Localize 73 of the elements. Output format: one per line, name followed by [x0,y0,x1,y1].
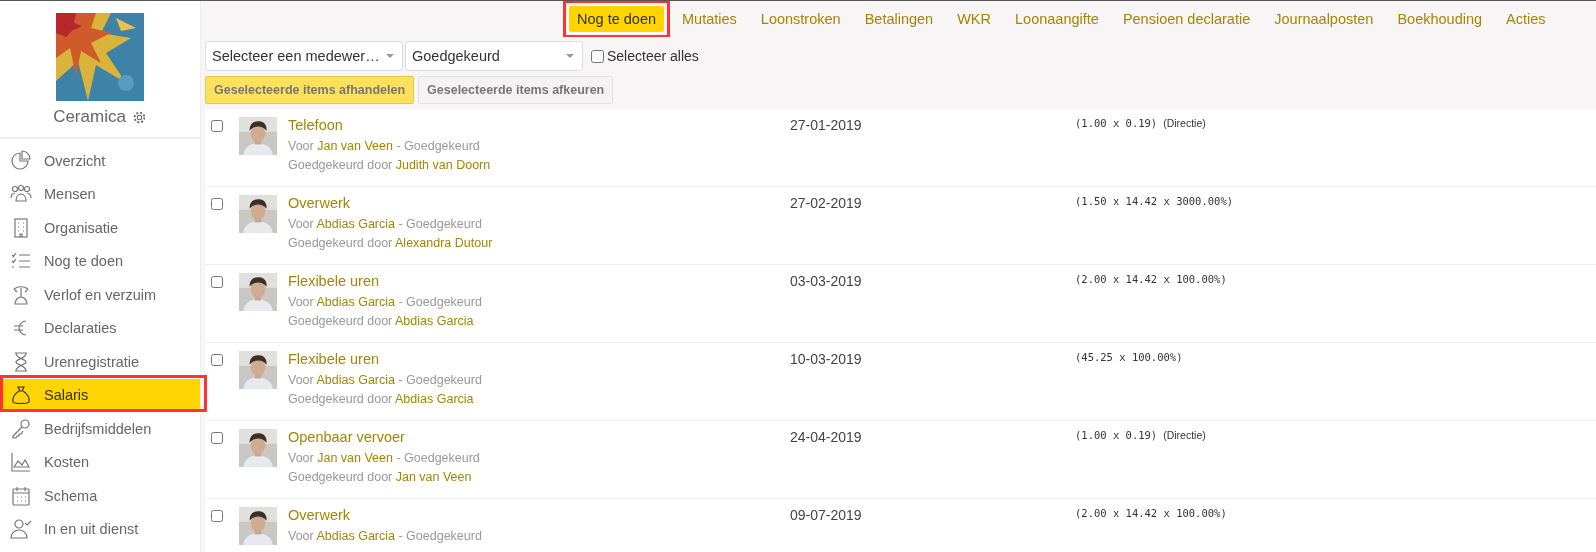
tab[interactable]: Loonaangifte [1007,6,1107,32]
sidebar-item[interactable]: Salaris [0,378,200,412]
tab[interactable]: Mutaties [674,6,745,32]
item-date: 09-07-2019 [790,507,863,523]
item-requester: Voor Jan van Veen - Goedgekeurd [288,450,481,467]
calculation-text: (2.00 x 14.42 x 100.00%) [1075,507,1227,519]
checkbox[interactable] [211,510,223,522]
tab[interactable]: WKR [949,6,999,32]
sidebar-item[interactable]: Urenregistratie [0,345,200,379]
item-requester: Voor Abdias Garcia - Goedgekeurd [288,294,483,311]
tab[interactable]: Loonstroken [752,6,849,32]
item-title[interactable]: Telefoon [288,117,790,133]
person-check-icon [10,518,32,541]
sidebar-item[interactable]: Kosten [0,445,200,479]
sidebar-item[interactable]: Organisatie [0,211,200,245]
sidebar-item[interactable]: Overzicht [0,144,200,178]
checkbox[interactable] [211,276,223,288]
checkbox[interactable] [211,120,223,132]
checkbox-label: Selecteer alles [607,48,699,64]
sidebar-item[interactable]: Nog te doen [0,244,200,278]
item-approver: Goedgekeurd door Abdias Garcia [288,391,475,408]
tab[interactable]: Boekhouding [1389,6,1491,32]
sidebar-item[interactable]: Declaraties [0,311,200,345]
item-approver: Goedgekeurd door Alexandra Dutour [288,235,494,252]
item-requester: Voor Abdias Garcia - Goedgekeurd [288,216,483,233]
calculation-text: (45.25 x 100.00%) [1075,351,1183,363]
item-approver: Goedgekeurd door Jan van Veen [288,469,473,486]
tab[interactable]: Nog te doen [569,6,664,32]
item-date: 27-01-2019 [790,117,863,133]
checkbox[interactable] [211,198,223,210]
item-title[interactable]: Overwerk [288,507,790,523]
money-bag-icon [10,384,32,407]
item-title[interactable]: Overwerk [288,195,790,211]
status-dropdown[interactable]: Goedgekeurd [405,41,583,71]
checkbox[interactable] [591,49,604,63]
settings-icon[interactable] [131,109,147,125]
item-date: 27-02-2019 [790,195,863,211]
sidebar-item[interactable]: Bedrijfsmiddelen [0,412,200,446]
sidebar-item[interactable]: In en uit dienst [0,512,200,546]
item-approver: Goedgekeurd door Judith van Doorn [288,157,492,174]
calculation-text: (1.50 x 14.42 x 3000.00%) [1075,195,1234,207]
tab[interactable]: Pensioen declaratie [1114,6,1259,32]
approve-button[interactable]: Geselecteerde items afhandelen [205,76,415,104]
item-approver: Goedgekeurd door Abdias Garcia [288,313,475,330]
employee-dropdown[interactable]: Selecteer een medewer… [205,41,403,71]
checkbox[interactable] [211,354,223,366]
item-title[interactable]: Flexibele uren [288,273,790,289]
checkbox[interactable] [211,432,223,444]
tab[interactable]: Betalingen [856,6,942,32]
item-requester: Voor Abdias Garcia - Goedgekeurd [288,528,483,545]
sidebar-item[interactable]: Mensen [0,177,200,211]
item-title[interactable]: Flexibele uren [288,351,790,367]
sidebar-item[interactable]: Schema [0,479,200,513]
key-icon [10,417,32,440]
calculation-text: (1.00 x 0.19) [1075,117,1158,129]
item-requester: Voor Abdias Garcia - Goedgekeurd [288,372,483,389]
note-text: (Directie) [1163,117,1206,129]
item-requester: Voor Jan van Veen - Goedgekeurd [288,138,481,155]
calendar-icon [10,484,32,507]
sidebar-item[interactable]: Verlof en verzuim [0,278,200,312]
item-title[interactable]: Openbaar vervoer [288,429,790,445]
item-date: 24-04-2019 [790,429,863,445]
item-date: 10-03-2019 [790,351,863,367]
reject-button[interactable]: Geselecteerde items afkeuren [418,76,614,104]
note-text: (Directie) [1163,429,1206,441]
pie-chart-icon [10,149,32,172]
item-date: 03-03-2019 [790,273,863,289]
tab[interactable]: Journaalposten [1266,6,1382,32]
tab[interactable]: Acties [1498,6,1554,32]
calculation-text: (2.00 x 14.42 x 100.00%) [1075,273,1227,285]
company-name: Ceramica [53,107,126,127]
calculation-text: (1.00 x 0.19) [1075,429,1158,441]
line-chart-icon [10,451,32,474]
